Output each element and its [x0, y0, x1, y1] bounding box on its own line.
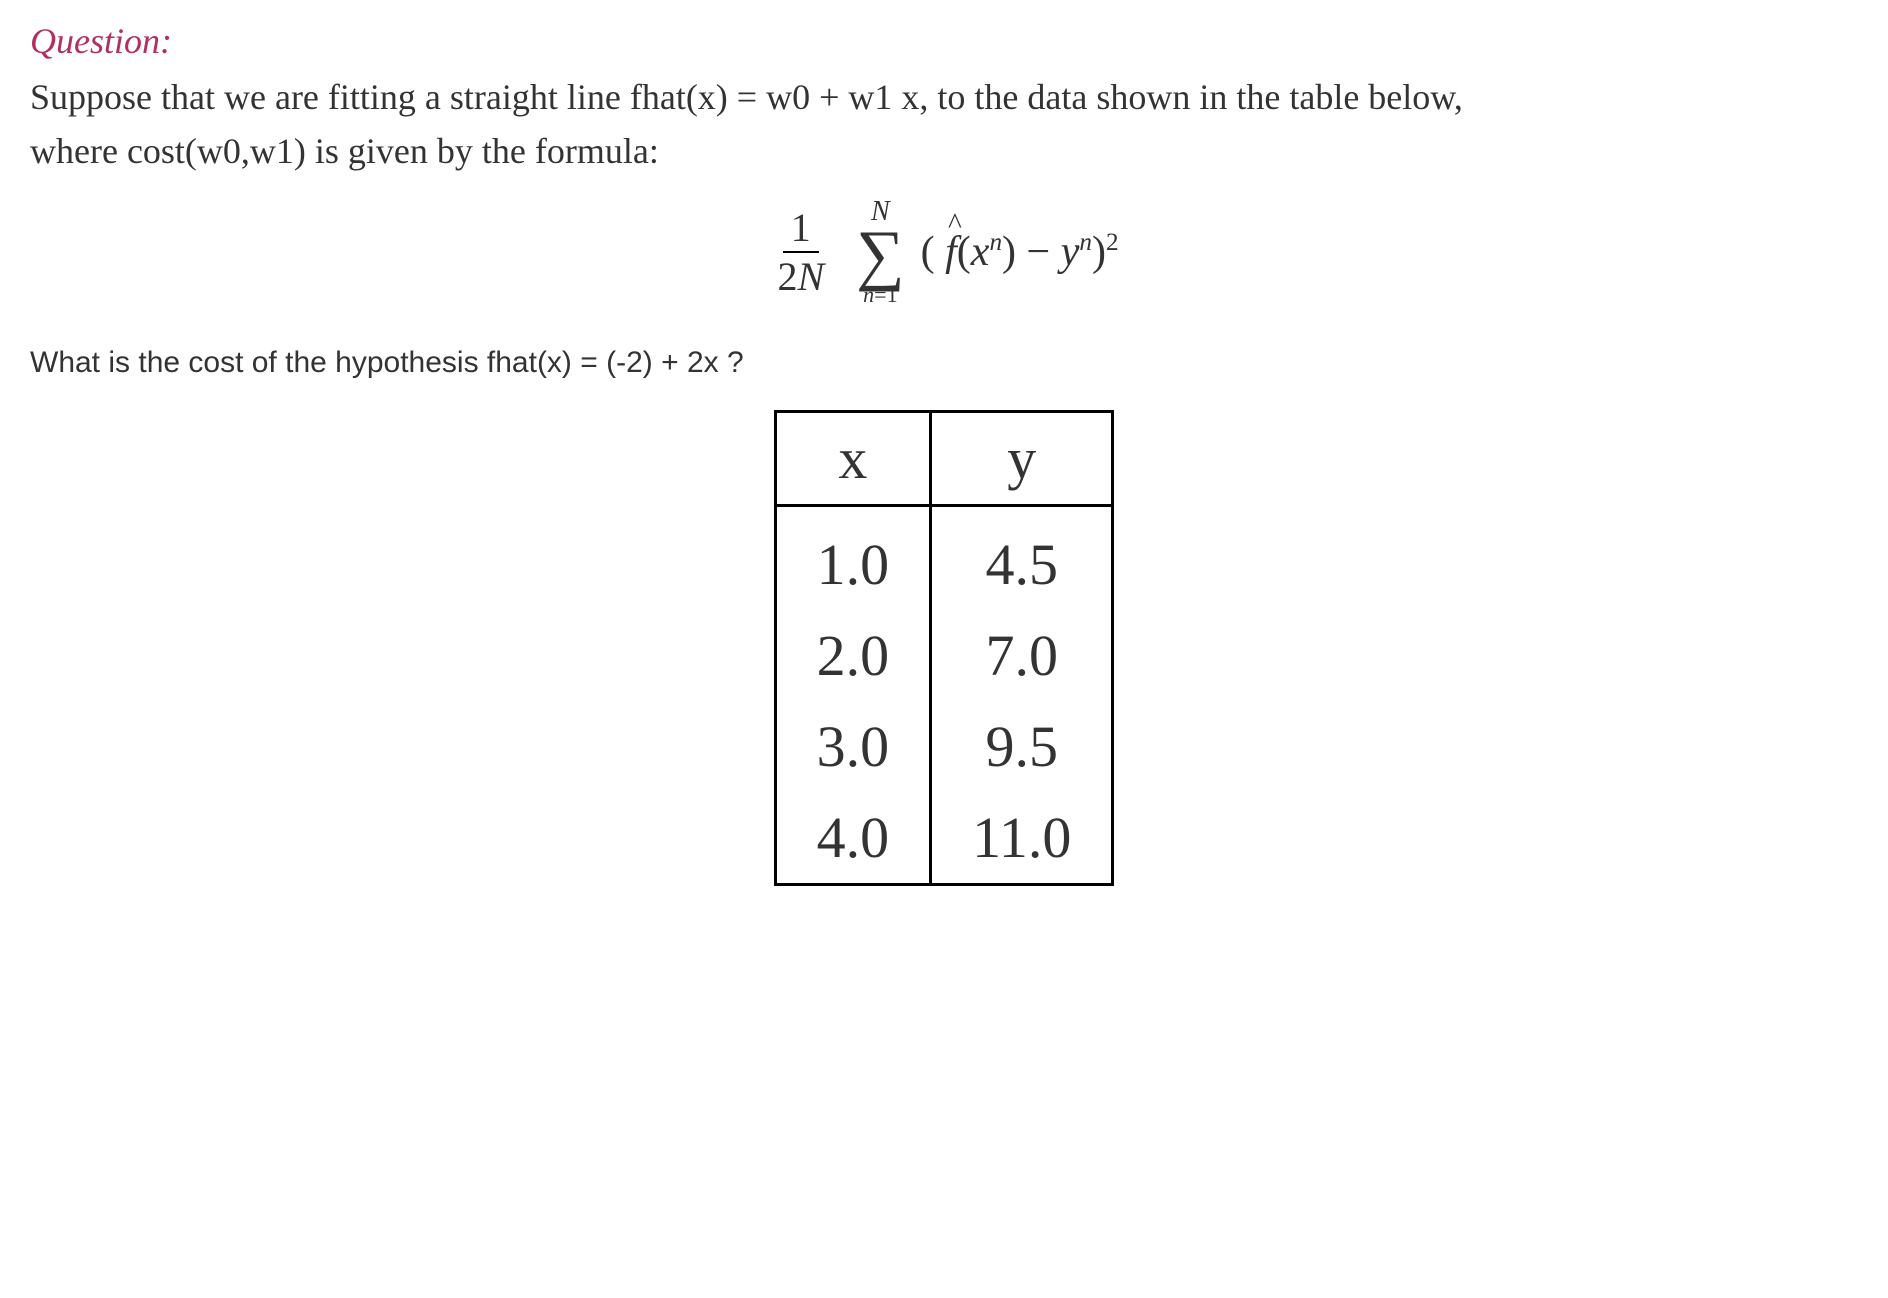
cost-formula: 1 2N N ∑ n=1 ( f^(xn) − yn)2: [769, 198, 1118, 306]
sigma-symbol: ∑: [856, 226, 904, 284]
data-table: x y 1.0 4.5 2.0 7.0 3.0 9.5: [774, 410, 1115, 886]
table-spacer: [775, 505, 1113, 519]
column-header-y: y: [931, 411, 1113, 505]
cell-x: 3.0: [775, 701, 931, 792]
table-row: 2.0 7.0: [775, 610, 1113, 701]
fraction-denominator: 2N: [769, 253, 832, 300]
data-table-container: x y 1.0 4.5 2.0 7.0 3.0 9.5: [30, 410, 1858, 891]
sub-question: What is the cost of the hypothesis fhat(…: [30, 346, 1858, 380]
formula-container: 1 2N N ∑ n=1 ( f^(xn) − yn)2: [30, 198, 1858, 306]
fraction: 1 2N: [769, 204, 832, 300]
fraction-numerator: 1: [783, 204, 819, 253]
question-text-line2: where cost(w0,w1) is given by the formul…: [30, 131, 659, 171]
cell-y: 9.5: [931, 701, 1113, 792]
cell-y: 11.0: [931, 792, 1113, 885]
cell-x: 1.0: [775, 519, 931, 610]
table-row: 1.0 4.5: [775, 519, 1113, 610]
question-text-line1: Suppose that we are fitting a straight l…: [30, 77, 1463, 117]
question-label: Question:: [30, 20, 1858, 62]
column-header-x: x: [775, 411, 931, 505]
cell-y: 4.5: [931, 519, 1113, 610]
formula-body: ( f^(xn) − yn)2: [921, 228, 1119, 276]
sigma-lower: n=1: [863, 284, 897, 306]
table-row: 4.0 11.0: [775, 792, 1113, 885]
question-text: Suppose that we are fitting a straight l…: [30, 70, 1858, 178]
cell-x: 2.0: [775, 610, 931, 701]
table-header-row: x y: [775, 411, 1113, 505]
cell-x: 4.0: [775, 792, 931, 885]
cell-y: 7.0: [931, 610, 1113, 701]
table-row: 3.0 9.5: [775, 701, 1113, 792]
sigma: N ∑ n=1: [856, 198, 904, 306]
